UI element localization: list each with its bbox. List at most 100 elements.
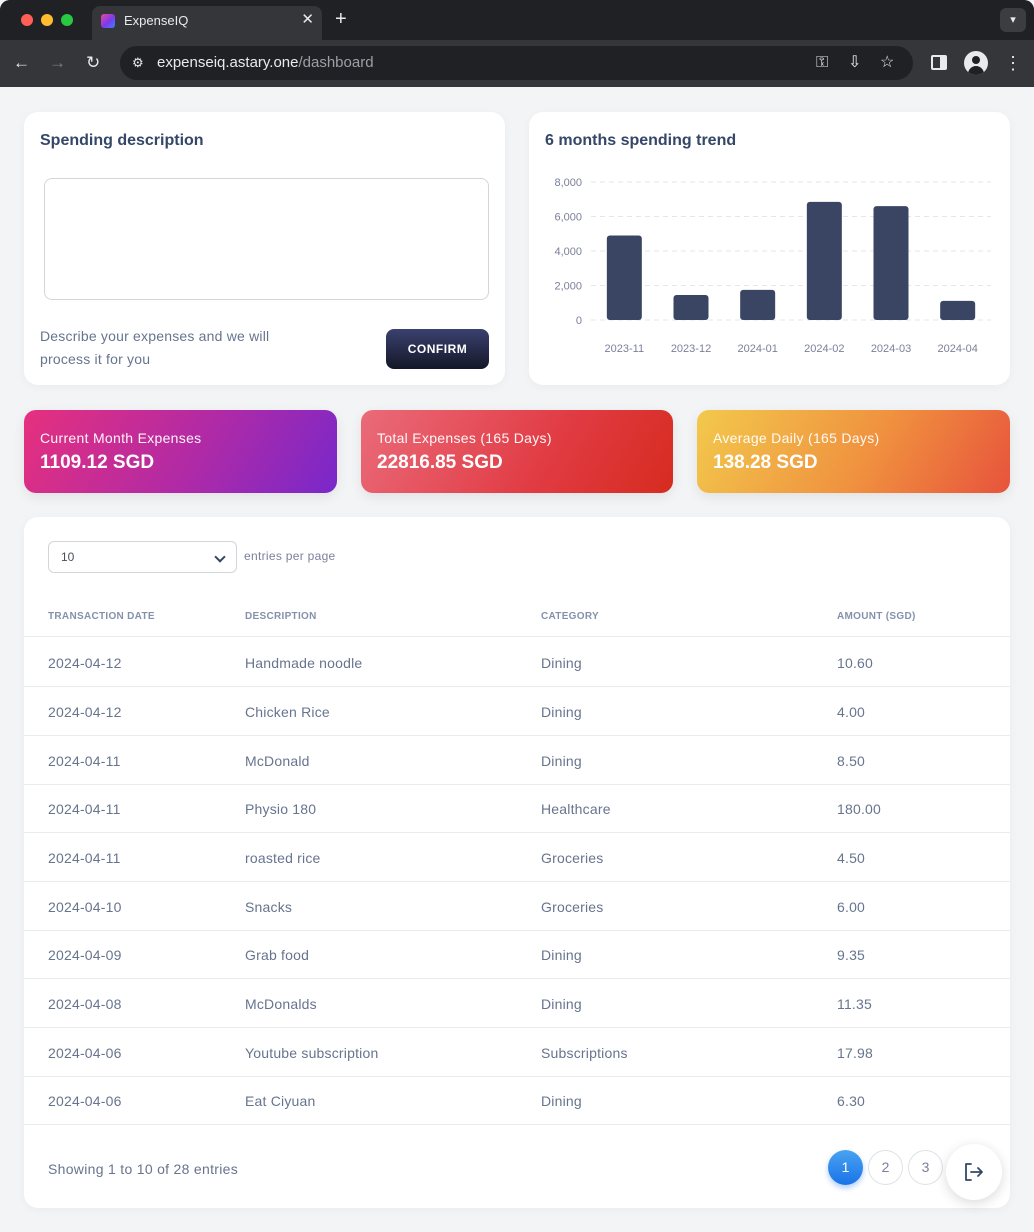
favicon-icon xyxy=(101,14,115,28)
cell-amount: 10.60 xyxy=(837,655,874,671)
cell-category: Groceries xyxy=(541,899,604,915)
entries-per-page-select[interactable]: 10 xyxy=(48,541,237,573)
close-window-button[interactable] xyxy=(21,14,33,26)
table-row[interactable]: 2024-04-12 Handmade noodle Dining 10.60 xyxy=(24,638,1010,687)
browser-chrome: ExpenseIQ ✕ + ▾ ← → ↻ ⚙ expenseiq.astary… xyxy=(0,0,1034,87)
column-header-date[interactable]: TRANSACTION DATE xyxy=(48,611,155,622)
cell-amount: 11.35 xyxy=(837,996,872,1012)
tab-close-icon[interactable]: ✕ xyxy=(301,11,314,29)
y-tick-label: 8,000 xyxy=(554,177,582,189)
side-panel-icon[interactable] xyxy=(931,55,947,70)
table-footer-info: Showing 1 to 10 of 28 entries xyxy=(48,1161,239,1177)
tab-strip: ExpenseIQ ✕ + ▾ xyxy=(0,0,1034,40)
install-app-icon[interactable]: ⇩ xyxy=(848,53,861,73)
cell-category: Dining xyxy=(541,655,582,671)
chart-bar xyxy=(806,201,842,320)
minimize-window-button[interactable] xyxy=(41,14,53,26)
password-key-icon[interactable]: ⚿ xyxy=(816,53,828,73)
spending-trend-chart: 0 2,000 4,000 6,000 8,000 2023-11 2023-12 2024-… xyxy=(554,177,991,355)
browser-tab[interactable]: ExpenseIQ ✕ xyxy=(92,6,322,40)
spending-description-card: Spending description Describe your expen… xyxy=(24,112,505,385)
cell-description: Handmade noodle xyxy=(245,655,363,671)
cell-date: 2024-04-06 xyxy=(48,1093,122,1109)
cell-date: 2024-04-08 xyxy=(48,996,122,1012)
stat-label: Average Daily (165 Days) xyxy=(713,430,880,446)
cell-description: Snacks xyxy=(245,899,293,915)
x-tick-label: 2024-04 xyxy=(937,343,977,355)
cell-date: 2024-04-09 xyxy=(48,947,122,963)
cell-amount: 9.35 xyxy=(837,947,866,963)
cell-category: Dining xyxy=(541,704,582,720)
address-bar[interactable]: ⚙ expenseiq.astary.one/dashboard ⚿ ⇩ ☆ xyxy=(120,46,913,80)
page-button-2[interactable]: 2 xyxy=(868,1150,903,1185)
stat-value: 138.28 SGD xyxy=(713,452,818,473)
chart-bar xyxy=(740,289,776,320)
column-header-category[interactable]: CATEGORY xyxy=(541,611,599,622)
reload-button[interactable]: ↻ xyxy=(86,52,100,74)
cell-date: 2024-04-06 xyxy=(48,1045,122,1061)
cell-category: Dining xyxy=(541,996,582,1012)
cell-description: McDonalds xyxy=(245,996,317,1012)
chart-bar xyxy=(873,206,909,320)
y-tick-label: 4,000 xyxy=(554,246,582,258)
total-expenses-card: Total Expenses (165 Days) 22816.85 SGD xyxy=(361,410,673,493)
cell-category: Subscriptions xyxy=(541,1045,628,1061)
cell-description: Grab food xyxy=(245,947,310,963)
page-button-1[interactable]: 1 xyxy=(828,1150,863,1185)
cell-amount: 6.00 xyxy=(837,899,866,915)
table-row[interactable]: 2024-04-12 Chicken Rice Dining 4.00 xyxy=(24,687,1010,736)
site-info-icon[interactable]: ⚙ xyxy=(132,55,148,71)
browser-menu-icon[interactable]: ⋮ xyxy=(1004,52,1022,74)
x-tick-label: 2023-12 xyxy=(671,343,711,355)
table-row[interactable]: 2024-04-06 Youtube subscription Subscrip… xyxy=(24,1028,1010,1077)
table-row[interactable]: 2024-04-11 McDonald Dining 8.50 xyxy=(24,736,1010,785)
x-tick-label: 2024-03 xyxy=(871,343,911,355)
forward-button[interactable]: → xyxy=(49,52,66,74)
column-header-amount[interactable]: AMOUNT (SGD) xyxy=(837,611,916,622)
table-row[interactable]: 2024-04-08 McDonalds Dining 11.35 xyxy=(24,979,1010,1028)
tab-title: ExpenseIQ xyxy=(124,13,189,28)
table-row[interactable]: 2024-04-11 roasted rice Groceries 4.50 xyxy=(24,833,1010,882)
cell-date: 2024-04-12 xyxy=(48,655,122,671)
table-row[interactable]: 2024-04-11 Physio 180 Healthcare 180.00 xyxy=(24,784,1010,833)
tab-search-button[interactable]: ▾ xyxy=(1000,8,1026,32)
bookmark-star-icon[interactable]: ☆ xyxy=(880,53,894,73)
cell-amount: 4.00 xyxy=(837,704,866,720)
y-tick-label: 0 xyxy=(576,315,582,327)
entries-per-page-label: entries per page xyxy=(244,549,336,563)
page-button-3[interactable]: 3 xyxy=(908,1150,943,1185)
new-tab-button[interactable]: + xyxy=(335,7,347,31)
cell-description: Eat Ciyuan xyxy=(245,1093,316,1109)
cell-date: 2024-04-11 xyxy=(48,801,121,817)
maximize-window-button[interactable] xyxy=(61,14,73,26)
cell-amount: 8.50 xyxy=(837,753,866,769)
table-row[interactable]: 2024-04-09 Grab food Dining 9.35 xyxy=(24,930,1010,979)
cell-amount: 180.00 xyxy=(837,801,882,817)
column-header-description[interactable]: DESCRIPTION xyxy=(245,611,317,622)
chevron-down-icon xyxy=(214,551,226,563)
cell-date: 2024-04-11 xyxy=(48,850,121,866)
average-daily-card: Average Daily (165 Days) 138.28 SGD xyxy=(697,410,1010,493)
y-tick-label: 2,000 xyxy=(554,281,582,293)
entries-per-page-value: 10 xyxy=(61,550,75,564)
description-hint: Describe your expenses and we will proce… xyxy=(40,328,270,367)
back-button[interactable]: ← xyxy=(13,52,30,74)
cell-amount: 17.98 xyxy=(837,1045,874,1061)
chart-bar xyxy=(673,294,709,320)
spending-description-title: Spending description xyxy=(40,132,204,149)
table-row[interactable]: 2024-04-06 Eat Ciyuan Dining 6.30 xyxy=(24,1076,1010,1125)
profile-avatar-icon[interactable] xyxy=(964,51,988,75)
cell-category: Dining xyxy=(541,1093,582,1109)
spending-trend-card: 6 months spending trend 0 2,000 4,000 6,000… xyxy=(529,112,1010,385)
table-row[interactable]: 2024-04-10 Snacks Groceries 6.00 xyxy=(24,882,1010,931)
cell-category: Dining xyxy=(541,947,582,963)
logout-icon xyxy=(965,1163,983,1181)
current-month-expenses-card: Current Month Expenses 1109.12 SGD xyxy=(24,410,337,493)
chart-bar xyxy=(606,235,642,320)
url-text: expenseiq.astary.one/dashboard xyxy=(157,54,374,71)
logout-button[interactable] xyxy=(946,1144,1002,1200)
x-tick-label: 2024-02 xyxy=(804,343,844,355)
cell-date: 2024-04-11 xyxy=(48,753,121,769)
spending-description-input[interactable] xyxy=(44,178,489,300)
confirm-button[interactable]: CONFIRM xyxy=(386,329,489,369)
